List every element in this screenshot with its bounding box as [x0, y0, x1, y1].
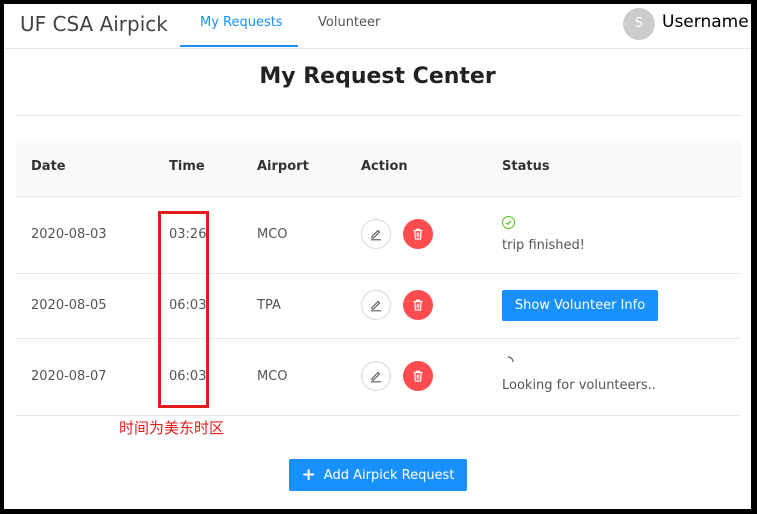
trash-icon	[413, 370, 423, 382]
username-label[interactable]: Username	[662, 12, 749, 32]
table-header: Date Time Airport Action Status	[16, 141, 741, 197]
airport-cell: MCO	[257, 369, 288, 384]
delete-button[interactable]	[403, 361, 433, 391]
title-divider	[16, 115, 741, 116]
status-text: trip finished!	[502, 238, 585, 253]
date-cell: 2020-08-05	[31, 298, 107, 313]
table-row: 2020-08-03 03:26 MCO trip finished!	[16, 197, 741, 274]
check-circle-icon	[502, 216, 515, 229]
edit-button[interactable]	[361, 361, 391, 391]
top-nav: UF CSA Airpick My Requests Volunteer S U…	[4, 4, 751, 49]
page-title: My Request Center	[259, 64, 496, 89]
active-tab-indicator	[180, 45, 298, 47]
add-button-label: Add Airpick Request	[323, 467, 455, 483]
timezone-annotation: 时间为美东时区	[119, 419, 225, 437]
date-cell: 2020-08-03	[31, 227, 107, 242]
column-header-airport: Airport	[257, 159, 309, 174]
show-volunteer-info-button[interactable]: Show Volunteer Info	[502, 290, 658, 321]
time-column-highlight	[158, 211, 209, 408]
airport-cell: MCO	[257, 227, 288, 242]
requests-table: Date Time Airport Action Status 2020-08-…	[16, 141, 741, 416]
airport-cell: TPA	[257, 298, 281, 313]
column-header-date: Date	[31, 159, 66, 174]
column-header-status: Status	[502, 159, 550, 174]
plus-icon: +	[301, 465, 316, 485]
delete-button[interactable]	[403, 290, 433, 320]
tab-volunteer[interactable]: Volunteer	[318, 15, 380, 30]
loading-spinner-icon	[507, 356, 514, 363]
edit-button[interactable]	[361, 290, 391, 320]
user-menu[interactable]: S Username	[606, 4, 751, 48]
column-header-action: Action	[361, 159, 408, 174]
column-header-time: Time	[169, 159, 205, 174]
avatar[interactable]: S	[623, 8, 655, 40]
table-row: 2020-08-05 06:03 TPA Show Volunteer Info	[16, 274, 741, 339]
app-frame: UF CSA Airpick My Requests Volunteer S U…	[4, 4, 751, 509]
add-airpick-request-button[interactable]: + Add Airpick Request	[289, 459, 467, 491]
table-row: 2020-08-07 06:03 MCO Looking for volunte…	[16, 339, 741, 416]
brand-title[interactable]: UF CSA Airpick	[20, 12, 168, 36]
edit-icon	[371, 229, 381, 241]
delete-button[interactable]	[403, 219, 433, 249]
edit-icon	[371, 371, 381, 383]
edit-icon	[371, 300, 381, 312]
trash-icon	[413, 228, 423, 240]
date-cell: 2020-08-07	[31, 369, 107, 384]
trash-icon	[413, 299, 423, 311]
status-text: Looking for volunteers..	[502, 378, 656, 393]
tab-my-requests[interactable]: My Requests	[200, 15, 283, 30]
edit-button[interactable]	[361, 219, 391, 249]
